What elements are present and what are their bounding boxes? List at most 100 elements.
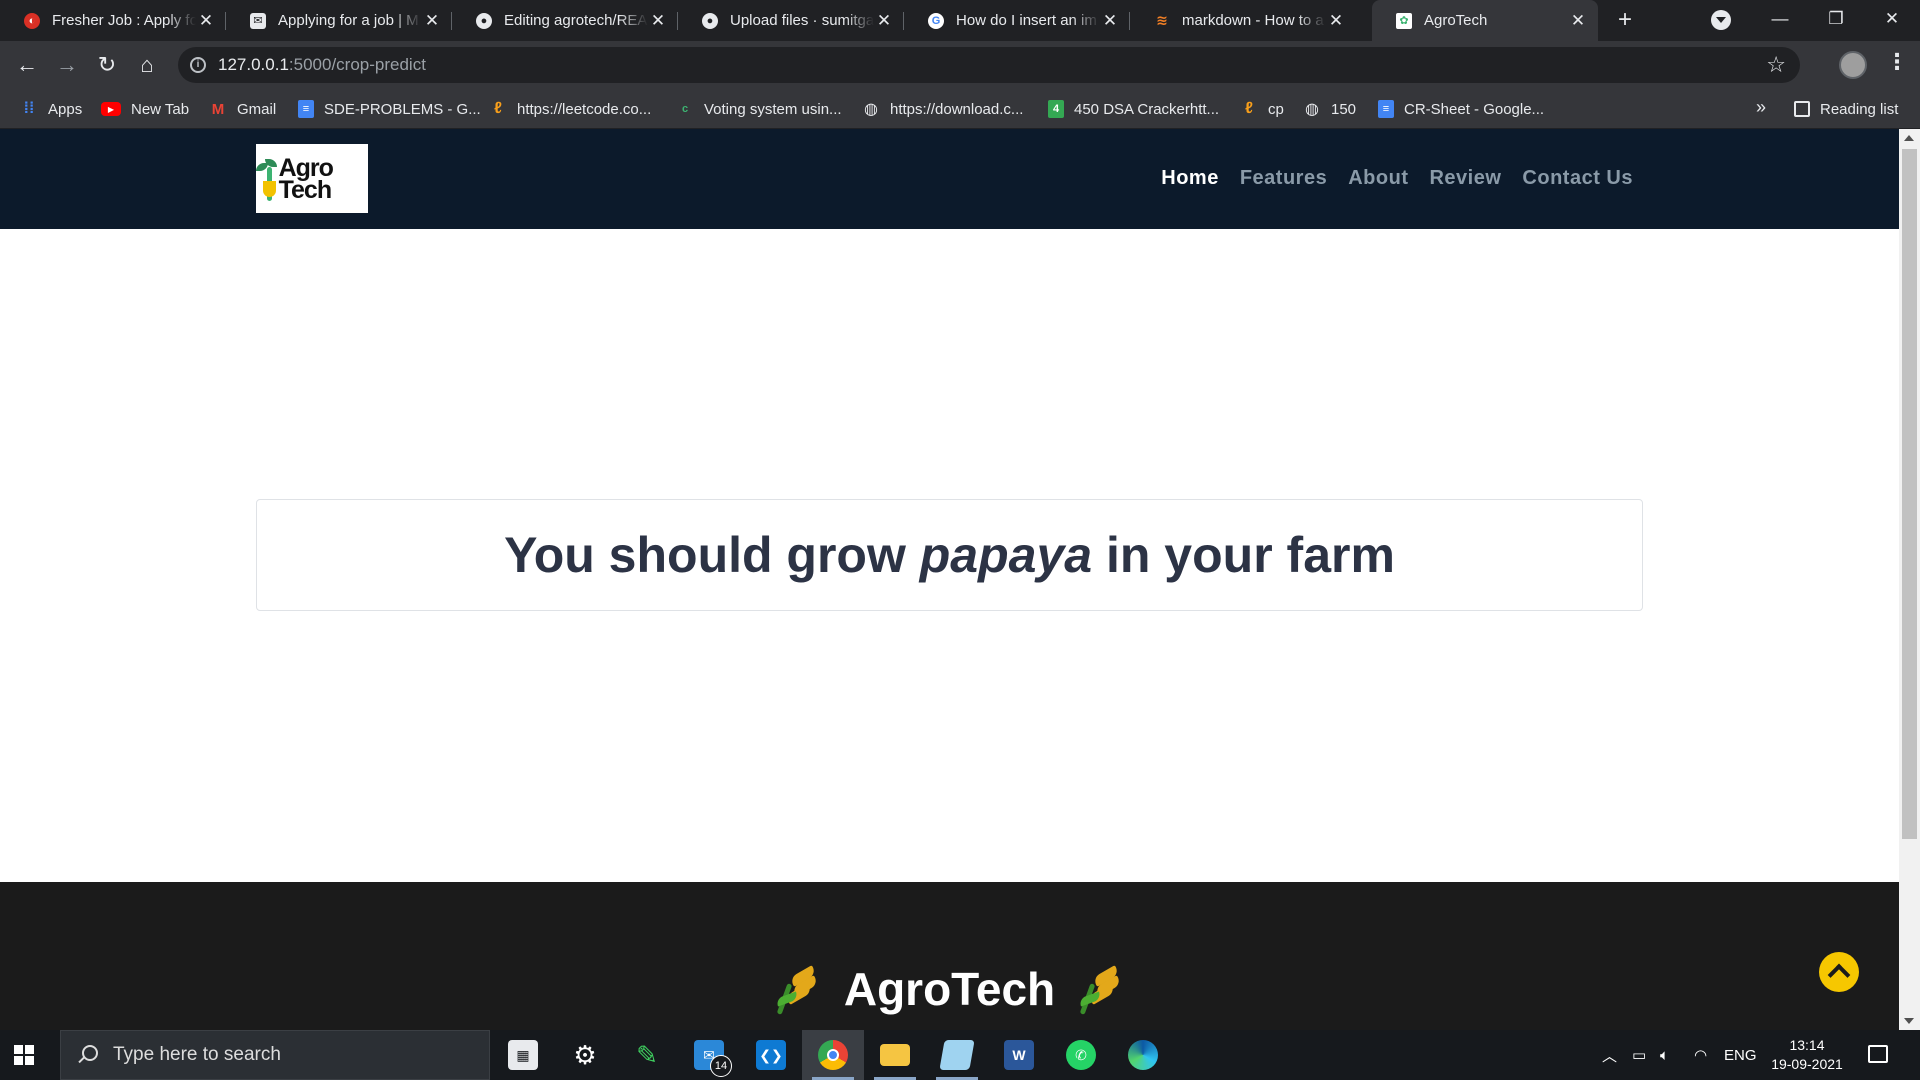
site-info-icon[interactable]: i: [190, 57, 206, 73]
page-scrollbar[interactable]: [1899, 129, 1920, 1030]
nav-home[interactable]: Home: [1161, 167, 1219, 190]
volume-icon[interactable]: 🔈︎: [1660, 1030, 1669, 1080]
reading-list-label: Reading list: [1820, 100, 1899, 118]
browser-tab-active[interactable]: ✿ AgroTech ✕: [1372, 0, 1598, 41]
footer-brand: AgroTech: [0, 962, 1899, 1016]
globe-icon: ◍: [864, 101, 878, 118]
close-icon[interactable]: ✕: [874, 11, 894, 31]
notification-center-icon[interactable]: [1868, 1045, 1888, 1063]
pen-icon: ✎: [636, 1039, 658, 1070]
browser-tab[interactable]: ● Editing agrotech/REA ✕: [452, 0, 678, 41]
vscode-icon: ❮❯: [756, 1040, 786, 1070]
taskbar-app-notepad[interactable]: [926, 1030, 988, 1080]
bookmark-star-icon[interactable]: ☆: [1766, 52, 1786, 78]
bookmark-150[interactable]: ◍ 150: [1303, 89, 1356, 129]
tab-search-icon[interactable]: [1711, 10, 1731, 30]
browser-menu-icon[interactable]: ⋮: [1886, 49, 1908, 75]
taskbar-app-store[interactable]: ▦: [492, 1030, 554, 1080]
close-icon[interactable]: ✕: [422, 11, 442, 31]
docs-icon: ≡: [1378, 100, 1394, 118]
browser-tab[interactable]: ≋ markdown - How to a ✕: [1130, 0, 1356, 41]
taskbar-app-chrome[interactable]: [802, 1030, 864, 1080]
browser-tab[interactable]: ✉ Applying for a job | M ✕: [226, 0, 452, 41]
language-indicator[interactable]: ENG: [1724, 1030, 1757, 1080]
edge-icon: [1128, 1040, 1158, 1070]
bookmark-download[interactable]: ◍ https://download.c...: [862, 89, 1023, 129]
gmail-icon: M: [211, 100, 225, 118]
bookmark-cr-sheet[interactable]: ≡ CR-Sheet - Google...: [1378, 89, 1544, 129]
site-logo[interactable]: Agro Tech: [256, 144, 368, 213]
restore-icon[interactable]: ❐: [1808, 0, 1864, 41]
bookmark-cp[interactable]: ℓ cp: [1240, 89, 1284, 129]
browser-toolbar: ← → ↻ ⌂ i 127.0.0.1:5000/crop-predict ☆ …: [0, 41, 1920, 89]
taskbar-search-box[interactable]: [60, 1030, 490, 1080]
windows-start-icon[interactable]: [14, 1045, 34, 1065]
chrome-icon: [818, 1040, 848, 1070]
taskbar-app-mail[interactable]: ✉ 14: [678, 1030, 740, 1080]
profile-avatar[interactable]: [1839, 51, 1867, 79]
github-icon: ●: [476, 12, 492, 29]
bookmark-new-tab[interactable]: ▶ New Tab: [101, 89, 189, 129]
taskbar-app-settings[interactable]: ⚙: [554, 1030, 616, 1080]
scrollbar-thumb[interactable]: [1902, 149, 1917, 839]
predicted-crop: papaya: [919, 527, 1093, 583]
close-icon[interactable]: ✕: [1568, 11, 1588, 31]
footer-brand-name: AgroTech: [843, 963, 1056, 1015]
result-suffix: in your farm: [1092, 527, 1395, 583]
scroll-up-arrow-icon[interactable]: [1904, 135, 1914, 141]
home-icon[interactable]: ⌂: [132, 50, 162, 80]
nav-features[interactable]: Features: [1240, 167, 1327, 190]
forward-icon[interactable]: →: [52, 50, 82, 80]
scroll-to-top-button[interactable]: [1819, 952, 1859, 992]
taskbar-app-word[interactable]: W: [988, 1030, 1050, 1080]
system-clock[interactable]: 13:14 19-09-2021: [1770, 1036, 1844, 1074]
wifi-icon[interactable]: ◠: [1694, 1030, 1707, 1080]
whatsapp-icon: ✆: [1066, 1040, 1096, 1070]
nav-contact-us[interactable]: Contact Us: [1522, 167, 1633, 190]
close-icon[interactable]: ✕: [196, 11, 216, 31]
bookmark-leetcode[interactable]: ℓ https://leetcode.co...: [489, 89, 651, 129]
browser-tab[interactable]: G How do I insert an im ✕: [904, 0, 1130, 41]
reload-icon[interactable]: ↻: [92, 50, 122, 80]
site-navbar: Agro Tech Home Features About Review Con…: [0, 129, 1899, 229]
taskbar-app-whatsapp[interactable]: ✆: [1050, 1030, 1112, 1080]
bookmark-label: Gmail: [237, 100, 277, 118]
taskbar-app-vscode[interactable]: ❮❯: [740, 1030, 802, 1080]
reading-list-icon: [1794, 101, 1810, 117]
bookmark-voting-system[interactable]: c Voting system usin...: [676, 89, 842, 129]
browser-tab[interactable]: ◐ Fresher Job : Apply for ✕: [0, 0, 226, 41]
battery-icon[interactable]: ▭: [1632, 1030, 1646, 1080]
tab-title: Editing agrotech/REA: [504, 12, 648, 29]
apps-grid-icon: ⁞⁞: [23, 100, 35, 117]
more-bookmarks-icon[interactable]: »: [1756, 97, 1766, 118]
window-close-icon[interactable]: ✕: [1864, 0, 1920, 41]
bookmark-apps[interactable]: ⁞⁞ Apps: [20, 89, 83, 129]
taskbar-app-file-explorer[interactable]: [864, 1030, 926, 1080]
nav-about[interactable]: About: [1348, 167, 1408, 190]
nav-review[interactable]: Review: [1429, 167, 1501, 190]
tab-title: markdown - How to a: [1182, 12, 1324, 29]
docs-icon: ≡: [298, 100, 314, 118]
close-icon[interactable]: ✕: [1326, 11, 1346, 31]
youtube-icon: ▶: [101, 102, 121, 116]
bookmark-gmail[interactable]: M Gmail: [209, 89, 276, 129]
taskbar-app-pen[interactable]: ✎: [616, 1030, 678, 1080]
back-icon[interactable]: ←: [12, 50, 42, 80]
scroll-down-arrow-icon[interactable]: [1904, 1018, 1914, 1024]
close-icon[interactable]: ✕: [648, 11, 668, 31]
tray-overflow-icon[interactable]: ︿: [1602, 1030, 1617, 1080]
bookmark-sde-problems[interactable]: ≡ SDE-PROBLEMS - G...: [298, 89, 481, 129]
site-footer: AgroTech: [0, 882, 1899, 1030]
bookmark-450-dsa[interactable]: 4 450 DSA Crackerhtt...: [1048, 89, 1219, 129]
taskbar-search-input[interactable]: [113, 1044, 453, 1066]
reading-list-button[interactable]: Reading list: [1794, 89, 1898, 129]
url-text[interactable]: 127.0.0.1:5000/crop-predict: [218, 55, 426, 75]
notepad-icon: [939, 1040, 975, 1070]
address-bar[interactable]: i 127.0.0.1:5000/crop-predict ☆: [178, 47, 1800, 83]
close-icon[interactable]: ✕: [1100, 11, 1120, 31]
minimize-icon[interactable]: —: [1752, 0, 1808, 41]
browser-tab[interactable]: ● Upload files · sumitga ✕: [678, 0, 904, 41]
result-prefix: You should grow: [504, 527, 920, 583]
new-tab-button[interactable]: +: [1611, 6, 1639, 34]
taskbar-app-edge[interactable]: [1112, 1030, 1174, 1080]
